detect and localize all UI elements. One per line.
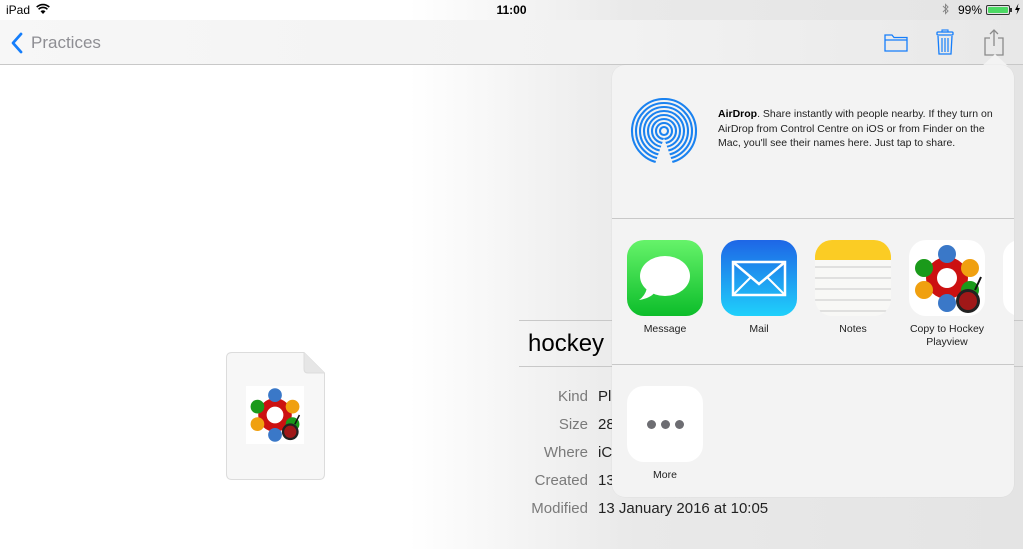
chevron-left-icon bbox=[11, 32, 23, 54]
info-value: Pl bbox=[598, 387, 612, 405]
info-value: iC bbox=[598, 443, 613, 461]
notes-icon bbox=[815, 240, 891, 316]
info-key: Created bbox=[534, 471, 588, 489]
share-app-mail[interactable]: Mail bbox=[712, 240, 806, 336]
trash-icon[interactable] bbox=[931, 28, 959, 56]
partial-app-icon bbox=[1003, 240, 1014, 316]
navigation-bar: Practices bbox=[0, 20, 1023, 65]
share-apps-row[interactable]: Message Mail Notes Copy to Hockey Playvi… bbox=[612, 220, 1014, 365]
folder-icon[interactable] bbox=[882, 28, 910, 56]
speech-bubble-glyph bbox=[639, 256, 690, 300]
hockey-playview-glyph bbox=[915, 245, 982, 313]
info-key: Size bbox=[558, 415, 588, 433]
share-app-notes[interactable]: Notes bbox=[806, 240, 900, 336]
hockey-playview-icon bbox=[246, 386, 304, 444]
status-bar: iPad 11:00 99% bbox=[0, 0, 1023, 20]
back-button[interactable]: Practices bbox=[10, 30, 101, 56]
info-value: 13 January 2016 at 10:05 bbox=[598, 499, 769, 517]
airdrop-description: AirDrop. Share instantly with people nea… bbox=[718, 107, 998, 151]
airdrop-icon bbox=[630, 98, 698, 164]
dot bbox=[660, 419, 670, 429]
hockey-playview-icon bbox=[909, 240, 985, 316]
airdrop-section: AirDrop. Share instantly with people nea… bbox=[612, 65, 1014, 219]
info-row-modified: Modified 13 January 2016 at 10:05 bbox=[519, 494, 1023, 522]
info-key: Where bbox=[543, 443, 588, 461]
app-label: Copy to Hockey Playview bbox=[909, 323, 985, 348]
app-label: Notes bbox=[839, 323, 867, 335]
airdrop-body: . Share instantly with people nearby. If… bbox=[718, 108, 993, 149]
battery-icon bbox=[986, 5, 1010, 15]
envelope-glyph bbox=[731, 260, 787, 297]
mail-icon bbox=[721, 240, 797, 316]
share-sheet-popover: AirDrop. Share instantly with people nea… bbox=[612, 65, 1014, 497]
app-label: Message bbox=[643, 323, 687, 335]
app-label: Mail bbox=[749, 323, 769, 335]
dot bbox=[646, 419, 656, 429]
share-icon[interactable] bbox=[980, 28, 1008, 56]
share-app-partial[interactable] bbox=[994, 240, 1014, 316]
messages-icon bbox=[627, 240, 703, 316]
charging-bolt-icon bbox=[1015, 3, 1020, 15]
action-label: More bbox=[653, 469, 677, 481]
clock: 11:00 bbox=[496, 3, 527, 17]
airdrop-title: AirDrop bbox=[718, 108, 758, 120]
share-actions-row[interactable]: More bbox=[612, 366, 1014, 497]
more-icon bbox=[627, 386, 703, 462]
dot bbox=[674, 419, 684, 429]
info-key: Modified bbox=[531, 499, 588, 517]
share-app-message[interactable]: Message bbox=[618, 240, 712, 336]
info-key: Kind bbox=[557, 387, 588, 405]
battery-percent: 99% bbox=[958, 3, 983, 17]
share-action-more[interactable]: More bbox=[618, 386, 712, 482]
battery-fill bbox=[988, 7, 1008, 13]
battery-nub bbox=[1010, 8, 1012, 12]
notepad-glyph bbox=[815, 240, 891, 312]
back-label: Practices bbox=[31, 33, 101, 52]
bluetooth-icon bbox=[942, 3, 949, 15]
share-app-hockey-playview[interactable]: Copy to Hockey Playview bbox=[900, 240, 994, 348]
